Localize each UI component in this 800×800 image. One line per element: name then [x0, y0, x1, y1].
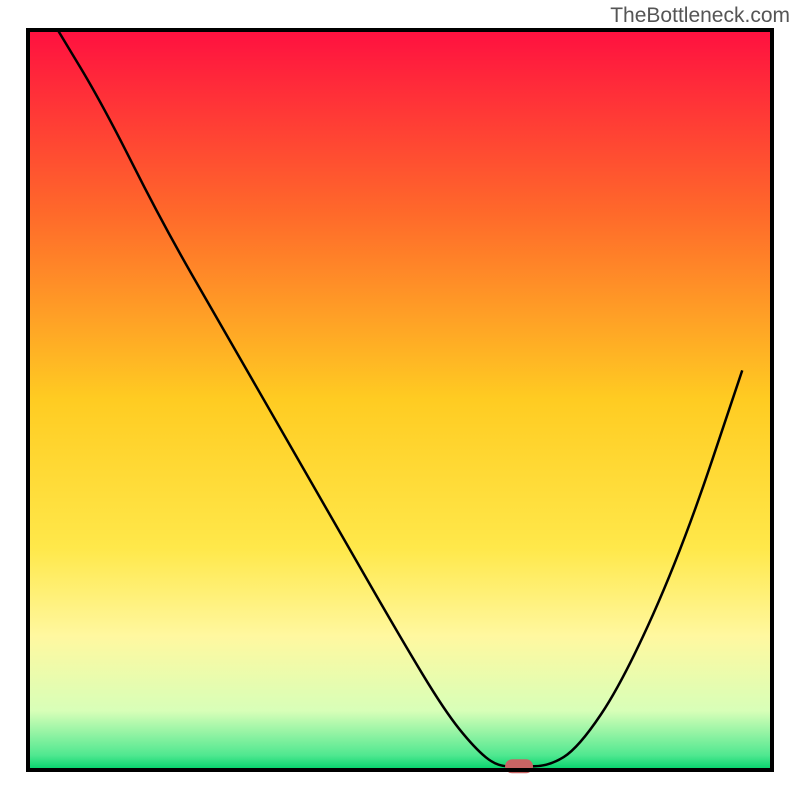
bottleneck-chart: [0, 0, 800, 800]
chart-container: TheBottleneck.com: [0, 0, 800, 800]
watermark-text: TheBottleneck.com: [610, 4, 790, 28]
gradient-background: [28, 30, 772, 770]
